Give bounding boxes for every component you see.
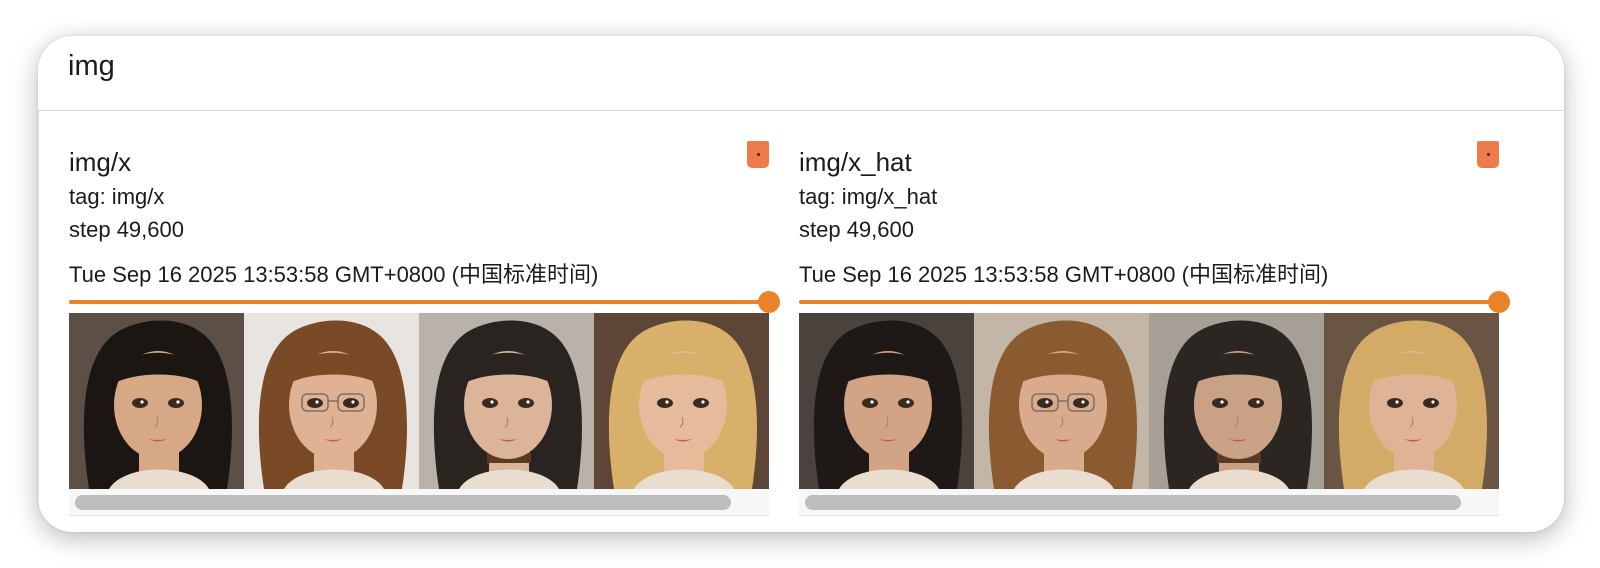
image-thumbnail[interactable] [974, 313, 1149, 489]
slider-thumb[interactable] [1488, 291, 1510, 313]
card-step: step 49,600 [69, 217, 184, 242]
card-timestamp: Tue Sep 16 2025 13:53:58 GMT+0800 (中国标准时… [799, 262, 1329, 287]
image-thumbnail[interactable] [1324, 313, 1499, 489]
image-thumbnail[interactable] [419, 313, 594, 489]
image-thumbnail[interactable] [594, 313, 769, 489]
panel-title: img [68, 50, 115, 82]
step-slider[interactable] [69, 291, 780, 315]
card-step: step 49,600 [799, 217, 914, 242]
horizontal-scrollbar[interactable] [69, 489, 769, 516]
image-card: img/x tag: img/x step 49,600 Tue Sep 16 … [69, 111, 780, 531]
step-slider[interactable] [799, 291, 1510, 315]
card-timestamp: Tue Sep 16 2025 13:53:58 GMT+0800 (中国标准时… [69, 262, 599, 287]
card-tag: tag: img/x_hat [799, 184, 938, 209]
card-title: img/x_hat [799, 147, 912, 177]
panel-header: img [38, 36, 1564, 111]
pin-icon [1487, 153, 1490, 156]
image-thumbnail[interactable] [244, 313, 419, 489]
card-title: img/x [69, 147, 132, 177]
image-thumbnail[interactable] [1149, 313, 1324, 489]
image-thumbnail[interactable] [69, 313, 244, 489]
image-strip [799, 313, 1499, 489]
card-tag: tag: img/x [69, 184, 165, 209]
scrollbar-thumb[interactable] [75, 495, 731, 510]
image-card: img/x_hat tag: img/x_hat step 49,600 Tue… [799, 111, 1510, 531]
cards-area: img/x tag: img/x step 49,600 Tue Sep 16 … [38, 111, 1564, 531]
pin-button[interactable] [1477, 141, 1499, 168]
scrollbar-thumb[interactable] [805, 495, 1461, 510]
pin-button[interactable] [747, 141, 769, 168]
image-thumbnail[interactable] [799, 313, 974, 489]
image-panel-window: img img/x tag: img/x step 49,600 Tue Sep… [38, 36, 1564, 532]
image-strip [69, 313, 769, 489]
slider-track [69, 300, 769, 304]
pin-icon [757, 153, 760, 156]
horizontal-scrollbar[interactable] [799, 489, 1499, 516]
slider-thumb[interactable] [758, 291, 780, 313]
slider-track [799, 300, 1499, 304]
